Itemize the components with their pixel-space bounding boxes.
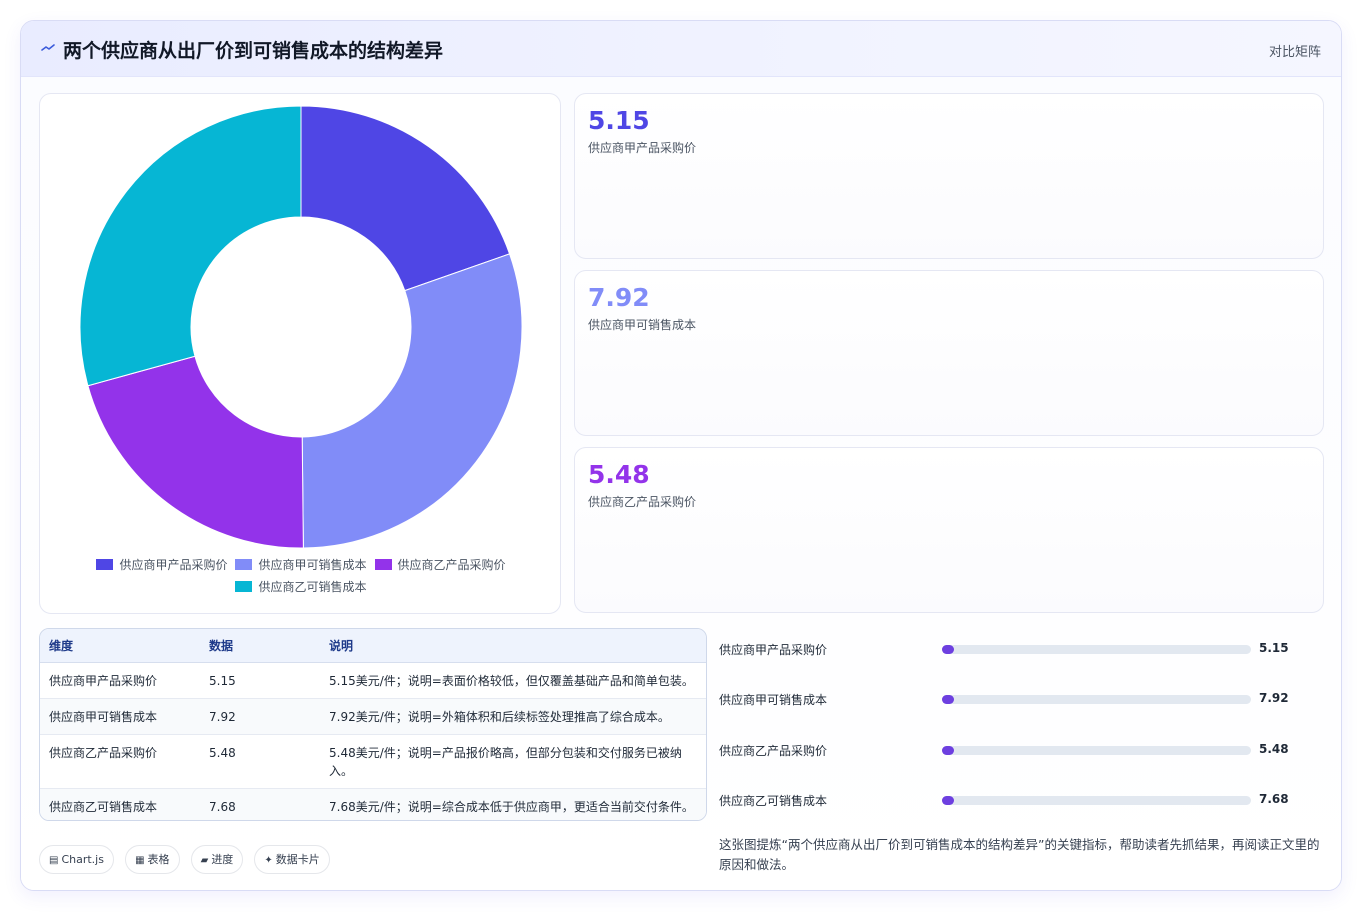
- table-cell: 7.92: [200, 698, 320, 735]
- stat-label: 供应商甲可销售成本: [588, 318, 697, 332]
- card-body: 供应商甲产品采购价 供应商甲可销售成本 供应商乙产品采购价 供应商乙可销售成本 5.1…: [21, 77, 1341, 890]
- progress-track: [942, 796, 1251, 805]
- table-cell: 供应商甲产品采购价: [40, 662, 200, 699]
- stat-label: 供应商甲产品采购价: [588, 141, 697, 155]
- trend-icon: [41, 44, 55, 51]
- column-header: 维度: [40, 629, 200, 663]
- table-row: 供应商乙可销售成本 7.68 7.68美元/件；说明=综合成本低于供应商甲，更适…: [40, 788, 706, 820]
- stat-card-2: 7.92 供应商甲可销售成本: [574, 270, 1324, 436]
- legend-swatch: [374, 559, 392, 570]
- progress-row: 供应商甲可销售成本 7.92: [719, 689, 1319, 709]
- progress-row: 供应商甲产品采购价 5.15: [719, 639, 1319, 659]
- table-cell: 供应商甲可销售成本: [40, 698, 200, 735]
- chip-data-cards[interactable]: ✦ 数据卡片: [254, 845, 330, 874]
- table-cell: 5.48美元/件；说明=产品报价略高，但部分包装和交付服务已被纳入。: [320, 734, 706, 789]
- column-header: 数据: [200, 629, 320, 663]
- legend-item[interactable]: 供应商甲产品采购价: [96, 554, 227, 576]
- progress-track: [942, 695, 1251, 704]
- table-cell: 5.15: [200, 662, 320, 699]
- stat-value: 5.15: [588, 106, 650, 135]
- legend-swatch: [96, 559, 114, 570]
- view-tag: 对比矩阵: [1268, 45, 1321, 60]
- card-header: 两个供应商从出厂价到可销售成本的结构差异 对比矩阵: [21, 21, 1341, 77]
- legend-item[interactable]: 供应商乙可销售成本: [235, 576, 367, 598]
- donut-slice-3[interactable]: [87, 355, 304, 549]
- table-cell: 供应商乙产品采购价: [40, 734, 200, 789]
- progress-fill: [942, 796, 954, 805]
- stat-card-1: 5.15 供应商甲产品采购价: [574, 93, 1324, 259]
- progress-fill: [942, 645, 954, 654]
- progress-value: 5.48: [1259, 742, 1289, 756]
- donut-slice-4[interactable]: [79, 105, 302, 387]
- progress-icon: ▰: [200, 855, 209, 866]
- column-header: 说明: [320, 629, 706, 663]
- table-row: 供应商甲可销售成本 7.92 7.92美元/件；说明=外箱体积和后续标签处理推高…: [40, 698, 706, 735]
- table-cell: 7.92美元/件；说明=外箱体积和后续标签处理推高了综合成本。: [320, 698, 706, 735]
- chip-label: 数据卡片: [275, 853, 320, 866]
- table-cell: 5.48: [200, 734, 320, 789]
- donut-slice-2[interactable]: [301, 253, 523, 549]
- table-cell: 供应商乙可销售成本: [40, 788, 200, 820]
- stat-label: 供应商乙产品采购价: [588, 495, 697, 509]
- progress-fill: [942, 695, 954, 704]
- stat-value: 5.48: [588, 460, 650, 489]
- summary-note: 这张图提炼“两个供应商从出厂价到可销售成本的结构差异”的关键指标，帮助读者先抓结…: [719, 837, 1320, 872]
- donut-chart-panel: 供应商甲产品采购价 供应商甲可销售成本 供应商乙产品采购价供应商乙可销售成本: [39, 93, 561, 614]
- table-icon: ▦: [135, 855, 145, 866]
- donut-slice-1[interactable]: [300, 105, 511, 292]
- legend-label: 供应商甲可销售成本: [258, 558, 367, 572]
- chip-label: Chart.js: [61, 853, 104, 866]
- legend-label: 供应商甲产品采购价: [119, 558, 228, 572]
- feature-chips: ▤ Chart.js ▦ 表格 ▰ 进度 ✦ 数据卡片: [39, 845, 336, 874]
- legend-item[interactable]: 供应商乙产品采购价: [374, 554, 506, 576]
- chip-chartjs[interactable]: ▤ Chart.js: [39, 845, 114, 874]
- progress-track: [942, 746, 1251, 755]
- page-title: 两个供应商从出厂价到可销售成本的结构差异: [63, 40, 444, 62]
- data-table: 维度 数据 说明 供应商甲产品采购价 5.15 5.15美元/件；说明=表面价格…: [39, 628, 707, 821]
- legend-swatch: [235, 559, 253, 570]
- progress-label: 供应商甲可销售成本: [719, 693, 828, 707]
- table-cell: 7.68美元/件；说明=综合成本低于供应商甲，更适合当前交付条件。: [320, 788, 706, 820]
- progress-label: 供应商甲产品采购价: [719, 643, 828, 657]
- table-header-row: 维度 数据 说明: [40, 629, 706, 663]
- chip-label: 表格: [147, 853, 170, 866]
- chip-progress[interactable]: ▰ 进度: [190, 845, 244, 874]
- chart-legend: 供应商甲产品采购价 供应商甲可销售成本 供应商乙产品采购价供应商乙可销售成本: [40, 554, 562, 598]
- stat-card-3: 5.48 供应商乙产品采购价: [574, 447, 1324, 613]
- progress-track: [942, 645, 1251, 654]
- progress-value: 7.92: [1259, 691, 1289, 705]
- chip-table[interactable]: ▦ 表格: [125, 845, 180, 874]
- dashboard-card: 两个供应商从出厂价到可销售成本的结构差异 对比矩阵 供应商甲产品采购价 供应商甲可…: [20, 20, 1342, 891]
- table-cell: 5.15美元/件；说明=表面价格较低，但仅覆盖基础产品和简单包装。: [320, 662, 706, 699]
- table-cell: 7.68: [200, 788, 320, 820]
- legend-label: 供应商乙可销售成本: [258, 580, 367, 594]
- progress-value: 5.15: [1259, 641, 1289, 655]
- progress-value: 7.68: [1259, 792, 1289, 806]
- legend-swatch: [235, 581, 253, 592]
- table-row: 供应商乙产品采购价 5.48 5.48美元/件；说明=产品报价略高，但部分包装和…: [40, 734, 706, 789]
- table-row: 供应商甲产品采购价 5.15 5.15美元/件；说明=表面价格较低，但仅覆盖基础…: [40, 662, 706, 699]
- legend-label: 供应商乙产品采购价: [397, 558, 506, 572]
- progress-row: 供应商乙产品采购价 5.48: [719, 740, 1319, 760]
- sparkle-icon: ✦: [264, 855, 273, 866]
- legend-item[interactable]: 供应商甲可销售成本: [235, 554, 367, 576]
- progress-fill: [942, 746, 954, 755]
- donut-chart: [79, 105, 523, 549]
- progress-label: 供应商乙可销售成本: [719, 794, 828, 808]
- stat-value: 7.92: [588, 283, 650, 312]
- progress-label: 供应商乙产品采购价: [719, 744, 828, 758]
- chart-icon: ▤: [49, 855, 59, 866]
- progress-row: 供应商乙可销售成本 7.68: [719, 790, 1319, 810]
- chip-label: 进度: [211, 853, 234, 866]
